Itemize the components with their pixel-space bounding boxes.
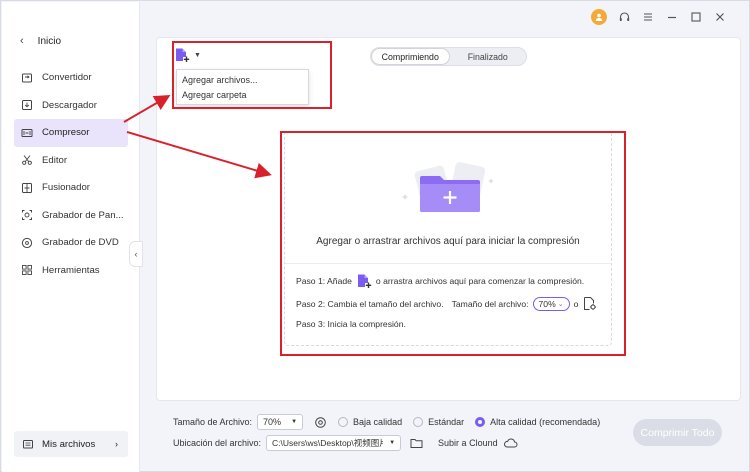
file-location-row: Ubicación del archivo: C:\Users\ws\Deskt… xyxy=(173,435,518,451)
app-window: ‹ Inicio Convertidor Descargador Compres… xyxy=(0,0,750,472)
quality-settings-icon[interactable] xyxy=(314,416,327,429)
file-size-label: Tamaño de Archivo: xyxy=(173,417,253,427)
location-value: C:\Users\ws\Desktop\视频图片 xyxy=(272,438,384,448)
quality-high-label: Alta calidad (recomendada) xyxy=(490,417,601,427)
quality-low-label: Baja calidad xyxy=(353,417,403,427)
radio-high-quality[interactable] xyxy=(475,417,486,427)
radio-low-quality[interactable] xyxy=(338,417,349,427)
location-select[interactable]: C:\Users\ws\Desktop\视频图片 ▼ xyxy=(266,435,402,451)
file-size-value: 70% xyxy=(263,417,282,427)
upload-cloud-label[interactable]: Subir a Clound xyxy=(438,438,498,448)
folder-icon[interactable] xyxy=(410,437,423,449)
radio-standard-quality[interactable] xyxy=(413,417,424,427)
caret-down-icon: ▼ xyxy=(291,419,298,425)
file-size-row: Tamaño de Archivo: 70% ▼ Baja calidad Es… xyxy=(173,414,600,430)
compress-all-button[interactable]: Comprimir Todo xyxy=(633,419,722,446)
caret-down-icon: ▼ xyxy=(389,440,396,446)
location-label: Ubicación del archivo: xyxy=(173,438,262,448)
cloud-icon[interactable] xyxy=(503,437,518,449)
quality-std-label: Estándar xyxy=(428,417,465,427)
file-size-select[interactable]: 70% ▼ xyxy=(257,414,304,430)
annotation-arrows xyxy=(123,94,272,179)
